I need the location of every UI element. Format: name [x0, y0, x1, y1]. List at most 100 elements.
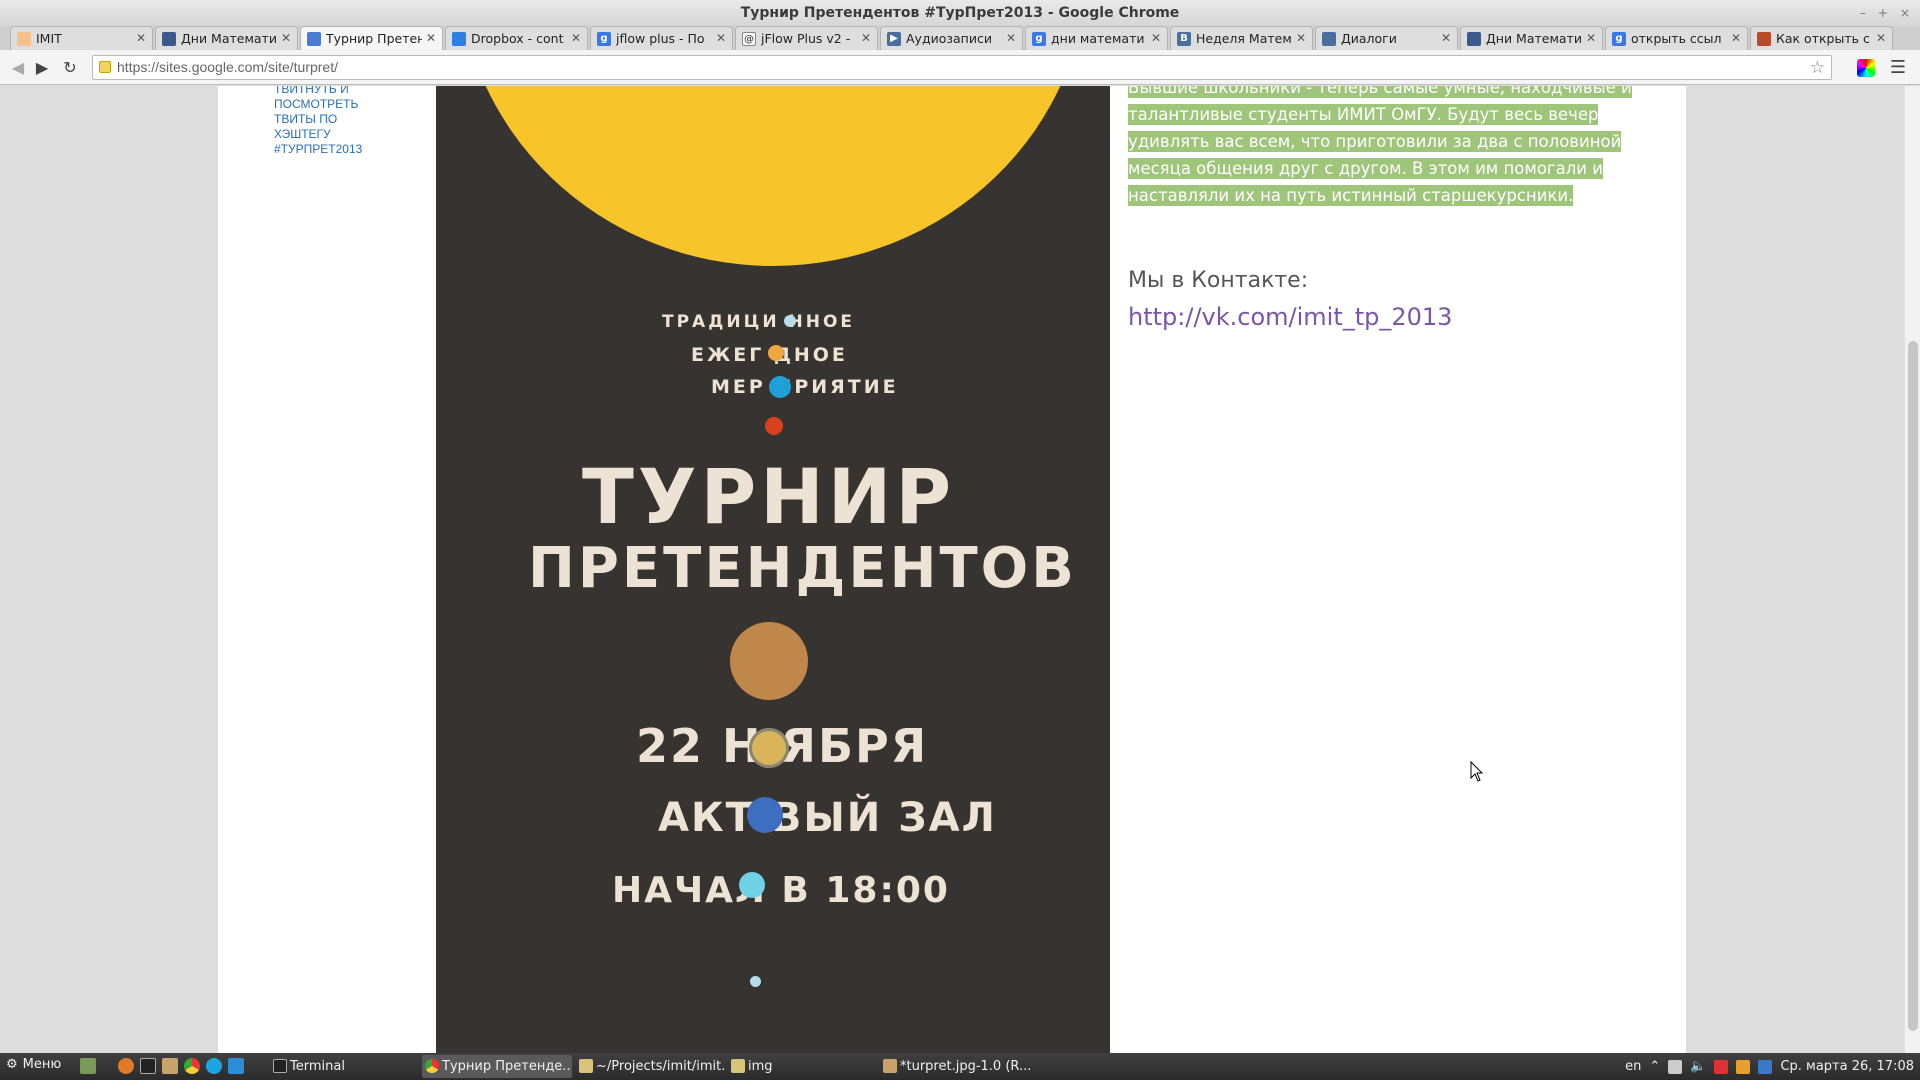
sun-illustration	[458, 86, 1088, 266]
tab-close-icon[interactable]: ✕	[1876, 31, 1886, 45]
address-bar[interactable]: https://sites.google.com/site/turpret/ ☆	[92, 55, 1832, 80]
tab-title: Неделя Матем	[1196, 31, 1292, 46]
tab-close-icon[interactable]: ✕	[1151, 31, 1161, 45]
tab-dni-search[interactable]: g дни математи ✕	[1025, 26, 1168, 50]
planet-dot	[769, 376, 791, 398]
taskbar: ⚙ Меню Terminal Турнир Претенде... ~/Pro…	[0, 1053, 1920, 1080]
poster-time: НАЧАЛ В 18:00	[612, 870, 950, 911]
tab-audio[interactable]: ▶ Аудиозаписи ✕	[880, 26, 1023, 50]
planet-dot	[768, 345, 784, 361]
terminal-icon[interactable]	[140, 1058, 156, 1074]
tab-open-link-search[interactable]: g открыть ссыл ✕	[1605, 26, 1748, 50]
twitter-hashtag-link[interactable]: ТВИТНУТЬ И ПОСМОТРЕТЬ ТВИТЫ ПО ХЭШТЕГУ #…	[274, 86, 394, 157]
keyboard-layout[interactable]: en	[1625, 1059, 1641, 1074]
folder-icon	[579, 1059, 593, 1073]
vk-link[interactable]: http://vk.com/imit_tp_2013	[1128, 303, 1452, 331]
tab-close-icon[interactable]: ✕	[1586, 31, 1596, 45]
window-title-bar: Турнир Претендентов #ТурПрет2013 - Googl…	[0, 0, 1920, 26]
tab-close-icon[interactable]: ✕	[1296, 31, 1306, 45]
tab-dni-matematiki-2[interactable]: Дни Математи ✕	[1460, 26, 1603, 50]
tab-dialogi[interactable]: Диалоги ✕	[1315, 26, 1458, 50]
vk-label: Мы в Контакте:	[1128, 268, 1309, 293]
sites-icon	[307, 31, 321, 46]
task-folder-img[interactable]: img	[728, 1055, 878, 1078]
planet-dot	[739, 872, 765, 898]
color-picker-extension-icon[interactable]	[1857, 59, 1875, 77]
menu-icon[interactable]: ☰	[1889, 59, 1907, 77]
scrollbar-thumb[interactable]	[1908, 341, 1918, 1031]
task-label: Terminal	[290, 1059, 345, 1074]
task-terminal[interactable]: Terminal	[270, 1055, 420, 1078]
highlighted-text: Бывшие школьники - теперь самые умные, н…	[1128, 86, 1632, 206]
tab-close-icon[interactable]: ✕	[426, 31, 436, 45]
volume-icon[interactable]: 🔈	[1690, 1059, 1706, 1074]
shield-icon[interactable]	[1758, 1059, 1773, 1074]
close-window-button[interactable]: ×	[1900, 0, 1910, 26]
tab-close-icon[interactable]: ✕	[281, 31, 291, 45]
tab-jflow-search[interactable]: g jflow plus - По ✕	[590, 26, 733, 50]
mail-notification-icon[interactable]	[1714, 1059, 1729, 1074]
tab-close-icon[interactable]: ✕	[136, 31, 146, 45]
task-label: ~/Projects/imit/imit...	[596, 1059, 726, 1074]
tab-close-icon[interactable]: ✕	[861, 31, 871, 45]
planet-dot	[765, 417, 783, 435]
gimp-icon	[883, 1059, 897, 1073]
vertical-scrollbar[interactable]	[1904, 86, 1920, 1053]
forward-arrow-icon[interactable]: ▶	[32, 58, 52, 78]
back-arrow-icon[interactable]: ◀	[8, 58, 28, 78]
chevron-up-icon[interactable]: ⌃	[1649, 1059, 1660, 1074]
task-gimp[interactable]: *turpret.jpg-1.0 (R...	[880, 1055, 1030, 1078]
page-viewport: ТВИТНУТЬ И ПОСМОТРЕТЬ ТВИТЫ ПО ХЭШТЕГУ #…	[0, 86, 1904, 1053]
tab-nedelya[interactable]: B Неделя Матем ✕	[1170, 26, 1313, 50]
tab-strip: IMIT ✕ Дни Математи ✕ Турнир Претен ✕ Dropb…	[0, 26, 1920, 50]
tab-jflow-plus[interactable]: @ jFlow Plus v2 - ✕	[735, 26, 878, 50]
site-icon	[162, 31, 176, 46]
tab-dni-matematiki[interactable]: Дни Математи ✕	[155, 26, 298, 50]
start-menu-button[interactable]: ⚙ Меню	[6, 1057, 61, 1072]
show-desktop-icon[interactable]	[80, 1058, 96, 1074]
tab-close-icon[interactable]: ✕	[571, 31, 581, 45]
tab-close-icon[interactable]: ✕	[1731, 31, 1741, 45]
tab-kak-otkryt[interactable]: Как открыть с ✕	[1750, 26, 1893, 50]
planet-dot	[747, 797, 783, 833]
poster-line-traditional: ТРАДИЦИ ННОЕ	[662, 312, 856, 332]
clock[interactable]: Ср. марта 26, 17:08	[1780, 1059, 1914, 1074]
planet-dot	[784, 315, 796, 327]
skype-icon[interactable]	[206, 1058, 222, 1074]
tab-imit[interactable]: IMIT ✕	[10, 26, 153, 50]
task-label: *turpret.jpg-1.0 (R...	[900, 1059, 1030, 1074]
google-icon: g	[1612, 31, 1626, 46]
tab-turnir-pretendentov[interactable]: Турнир Претен ✕	[300, 26, 443, 50]
maximize-button[interactable]: +	[1878, 0, 1888, 26]
minimize-button[interactable]: –	[1860, 0, 1866, 26]
start-menu-label: Меню	[22, 1057, 62, 1072]
bookmark-star-icon[interactable]: ☆	[1810, 56, 1825, 79]
tab-close-icon[interactable]: ✕	[1441, 31, 1451, 45]
stack-icon	[1757, 31, 1771, 46]
vk-message-icon	[1322, 31, 1336, 46]
tab-close-icon[interactable]: ✕	[716, 31, 726, 45]
tab-close-icon[interactable]: ✕	[1006, 31, 1016, 45]
task-folder-projects[interactable]: ~/Projects/imit/imit...	[576, 1055, 726, 1078]
app-icon[interactable]	[228, 1058, 244, 1074]
tab-title: Как открыть с	[1776, 31, 1870, 46]
task-label: img	[748, 1059, 773, 1074]
task-label: Турнир Претенде...	[442, 1059, 572, 1074]
play-icon: ▶	[887, 31, 901, 46]
firefox-icon[interactable]	[118, 1058, 134, 1074]
tab-title: открыть ссыл	[1631, 31, 1722, 46]
terminal-icon	[273, 1059, 287, 1073]
poster-place: АКТ ВЫЙ ЗАЛ	[658, 795, 997, 841]
lock-icon	[99, 61, 111, 73]
gimp-icon[interactable]	[162, 1058, 178, 1074]
tab-title: Турнир Претен	[326, 31, 422, 46]
chrome-icon[interactable]	[184, 1058, 200, 1074]
update-icon[interactable]	[1736, 1059, 1751, 1074]
tab-dropbox[interactable]: Dropbox - cont ✕	[445, 26, 588, 50]
task-chrome[interactable]: Турнир Претенде...	[422, 1055, 572, 1078]
network-icon[interactable]	[1668, 1059, 1683, 1074]
reload-icon[interactable]: ↻	[60, 58, 80, 78]
url-text: https://sites.google.com/site/turpret/	[117, 59, 338, 75]
spiral-icon: @	[742, 31, 756, 46]
google-icon: g	[1032, 31, 1046, 46]
